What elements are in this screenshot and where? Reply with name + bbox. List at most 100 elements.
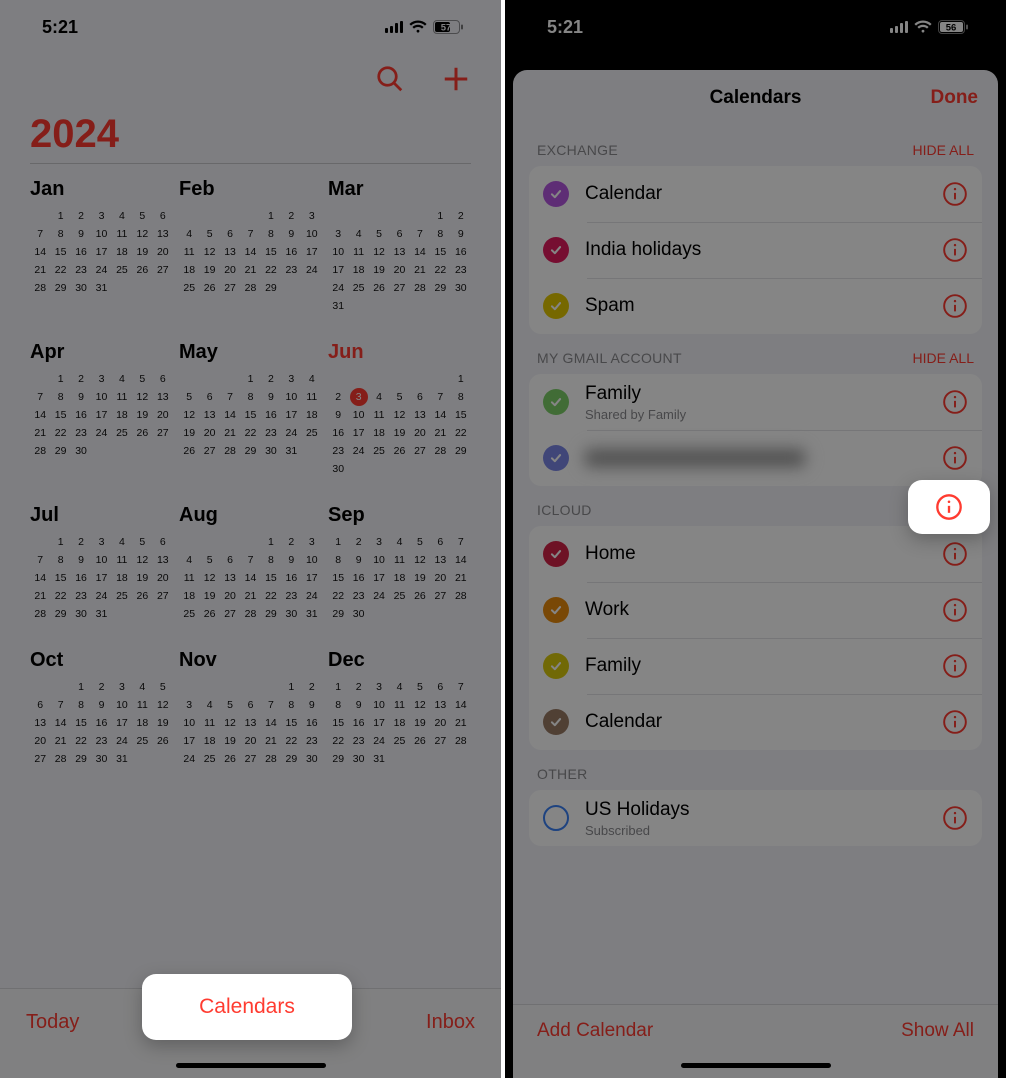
phone-calendars-sheet: 5:21 56 Calendars Done EXCHANGEHIDE ALLC… <box>505 0 1010 1078</box>
calendar-checkbox[interactable] <box>543 597 569 623</box>
search-icon[interactable] <box>375 64 405 94</box>
month-aug[interactable]: Aug1234567891011121314151617181920212223… <box>179 504 322 623</box>
calendar-row[interactable]: Calendar <box>529 694 982 750</box>
info-icon[interactable] <box>942 389 968 415</box>
month-jan[interactable]: Jan1234567891011121314151617181920212223… <box>30 178 173 315</box>
svg-text:57: 57 <box>441 23 452 34</box>
calendar-row[interactable] <box>529 430 982 486</box>
calendars-sheet: Calendars Done EXCHANGE HIDE ALL Calendar I… <box>513 70 998 1078</box>
calendar-checkbox[interactable] <box>543 181 569 207</box>
calendar-checkbox[interactable] <box>543 709 569 735</box>
info-icon[interactable] <box>942 237 968 263</box>
highlight-calendars-button[interactable]: Calendars <box>142 974 352 1040</box>
calendar-checkbox[interactable] <box>543 653 569 679</box>
months-grid: Jan1234567891011121314151617181920212223… <box>0 164 501 858</box>
month-feb[interactable]: Feb1234567891011121314151617181920212223… <box>179 178 322 315</box>
calendar-checkbox[interactable] <box>543 541 569 567</box>
add-icon[interactable] <box>441 64 471 94</box>
month-nov[interactable]: Nov1234567891011121314151617181920212223… <box>179 649 322 768</box>
calendar-group: FamilyShared by Family <box>529 374 982 486</box>
month-label: Mar <box>328 178 471 201</box>
status-time: 5:21 <box>547 17 583 38</box>
calendar-row[interactable]: India holidays <box>529 222 982 278</box>
status-time: 5:21 <box>42 17 78 38</box>
info-icon[interactable] <box>942 653 968 679</box>
calendar-row[interactable]: Calendar <box>529 166 982 222</box>
calendar-label: Calendar <box>585 711 926 733</box>
calendar-label: Spam <box>585 295 926 317</box>
month-jul[interactable]: Jul1234567891011121314151617181920212223… <box>30 504 173 623</box>
hide-all-button[interactable]: HIDE ALL <box>913 142 974 158</box>
month-jun[interactable]: Jun1234567891011121314151617181920212223… <box>328 341 471 478</box>
calendar-checkbox[interactable] <box>543 389 569 415</box>
info-icon[interactable] <box>942 293 968 319</box>
calendar-checkbox[interactable] <box>543 293 569 319</box>
info-icon[interactable] <box>942 805 968 831</box>
year-title: 2024 <box>30 112 471 164</box>
home-indicator[interactable] <box>176 1063 326 1068</box>
sheet-title: Calendars <box>710 87 802 109</box>
month-label: Sep <box>328 504 471 527</box>
cellular-icon <box>890 21 908 33</box>
info-icon[interactable] <box>942 541 968 567</box>
status-bar: 5:21 57 <box>0 0 501 54</box>
info-icon[interactable] <box>942 597 968 623</box>
month-label: Nov <box>179 649 322 672</box>
status-bar: 5:21 56 <box>505 0 1006 54</box>
info-icon[interactable] <box>942 445 968 471</box>
calendar-group: Home Work Family Calendar <box>529 526 982 750</box>
month-label: Dec <box>328 649 471 672</box>
calendar-row[interactable]: Spam <box>529 278 982 334</box>
month-label: Jul <box>30 504 173 527</box>
info-icon[interactable] <box>942 181 968 207</box>
hide-all-button[interactable]: HIDE ALL <box>913 350 974 366</box>
month-label: Jun <box>328 341 471 364</box>
month-mar[interactable]: Mar1234567891011121314151617181920212223… <box>328 178 471 315</box>
month-may[interactable]: May1234567891011121314151617181920212223… <box>179 341 322 478</box>
calendar-checkbox[interactable] <box>543 445 569 471</box>
month-label: Aug <box>179 504 322 527</box>
calendar-label: FamilyShared by Family <box>585 383 926 422</box>
calendar-checkbox[interactable] <box>543 805 569 831</box>
info-icon[interactable] <box>942 709 968 735</box>
calendar-label: Calendar <box>585 183 926 205</box>
calendar-label: India holidays <box>585 239 926 261</box>
calendar-row[interactable]: Home <box>529 526 982 582</box>
highlight-info-button[interactable] <box>908 480 990 534</box>
month-dec[interactable]: Dec1234567891011121314151617181920212223… <box>328 649 471 768</box>
calendar-label: Family <box>585 655 926 677</box>
section-label: MY GMAIL ACCOUNT <box>537 350 682 366</box>
month-apr[interactable]: Apr1234567891011121314151617181920212223… <box>30 341 173 478</box>
calendar-row[interactable]: Work <box>529 582 982 638</box>
show-all-button[interactable]: Show All <box>901 1020 974 1042</box>
toolbar <box>0 54 501 112</box>
home-indicator[interactable] <box>681 1063 831 1068</box>
calendar-row[interactable]: US HolidaysSubscribed <box>529 790 982 846</box>
calendar-label: Work <box>585 599 926 621</box>
done-button[interactable]: Done <box>931 87 979 109</box>
month-label: Feb <box>179 178 322 201</box>
inbox-button[interactable]: Inbox <box>426 1011 475 1034</box>
calendar-checkbox[interactable] <box>543 237 569 263</box>
section-label: ICLOUD <box>537 502 592 518</box>
today-button[interactable]: Today <box>26 1011 79 1034</box>
wifi-icon <box>914 20 932 34</box>
calendar-group: Calendar India holidays Spam <box>529 166 982 334</box>
calendar-row[interactable]: Family <box>529 638 982 694</box>
phone-year-view: 5:21 57 2024 Jan123456789101112131415161… <box>0 0 505 1078</box>
section-header: EXCHANGE HIDE ALL <box>529 126 982 166</box>
calendars-list: EXCHANGE HIDE ALL Calendar India holidays Sp… <box>513 126 998 1004</box>
section-header: OTHER <box>529 750 982 790</box>
section-label: EXCHANGE <box>537 142 618 158</box>
month-label: May <box>179 341 322 364</box>
month-oct[interactable]: Oct1234567891011121314151617181920212223… <box>30 649 173 768</box>
battery-icon: 56 <box>938 20 968 34</box>
section-header: MY GMAIL ACCOUNT HIDE ALL <box>529 334 982 374</box>
cellular-icon <box>385 21 403 33</box>
month-sep[interactable]: Sep1234567891011121314151617181920212223… <box>328 504 471 623</box>
section-label: OTHER <box>537 766 588 782</box>
calendar-label <box>585 449 926 467</box>
add-calendar-button[interactable]: Add Calendar <box>537 1020 653 1042</box>
svg-text:56: 56 <box>946 23 957 34</box>
calendar-row[interactable]: FamilyShared by Family <box>529 374 982 430</box>
